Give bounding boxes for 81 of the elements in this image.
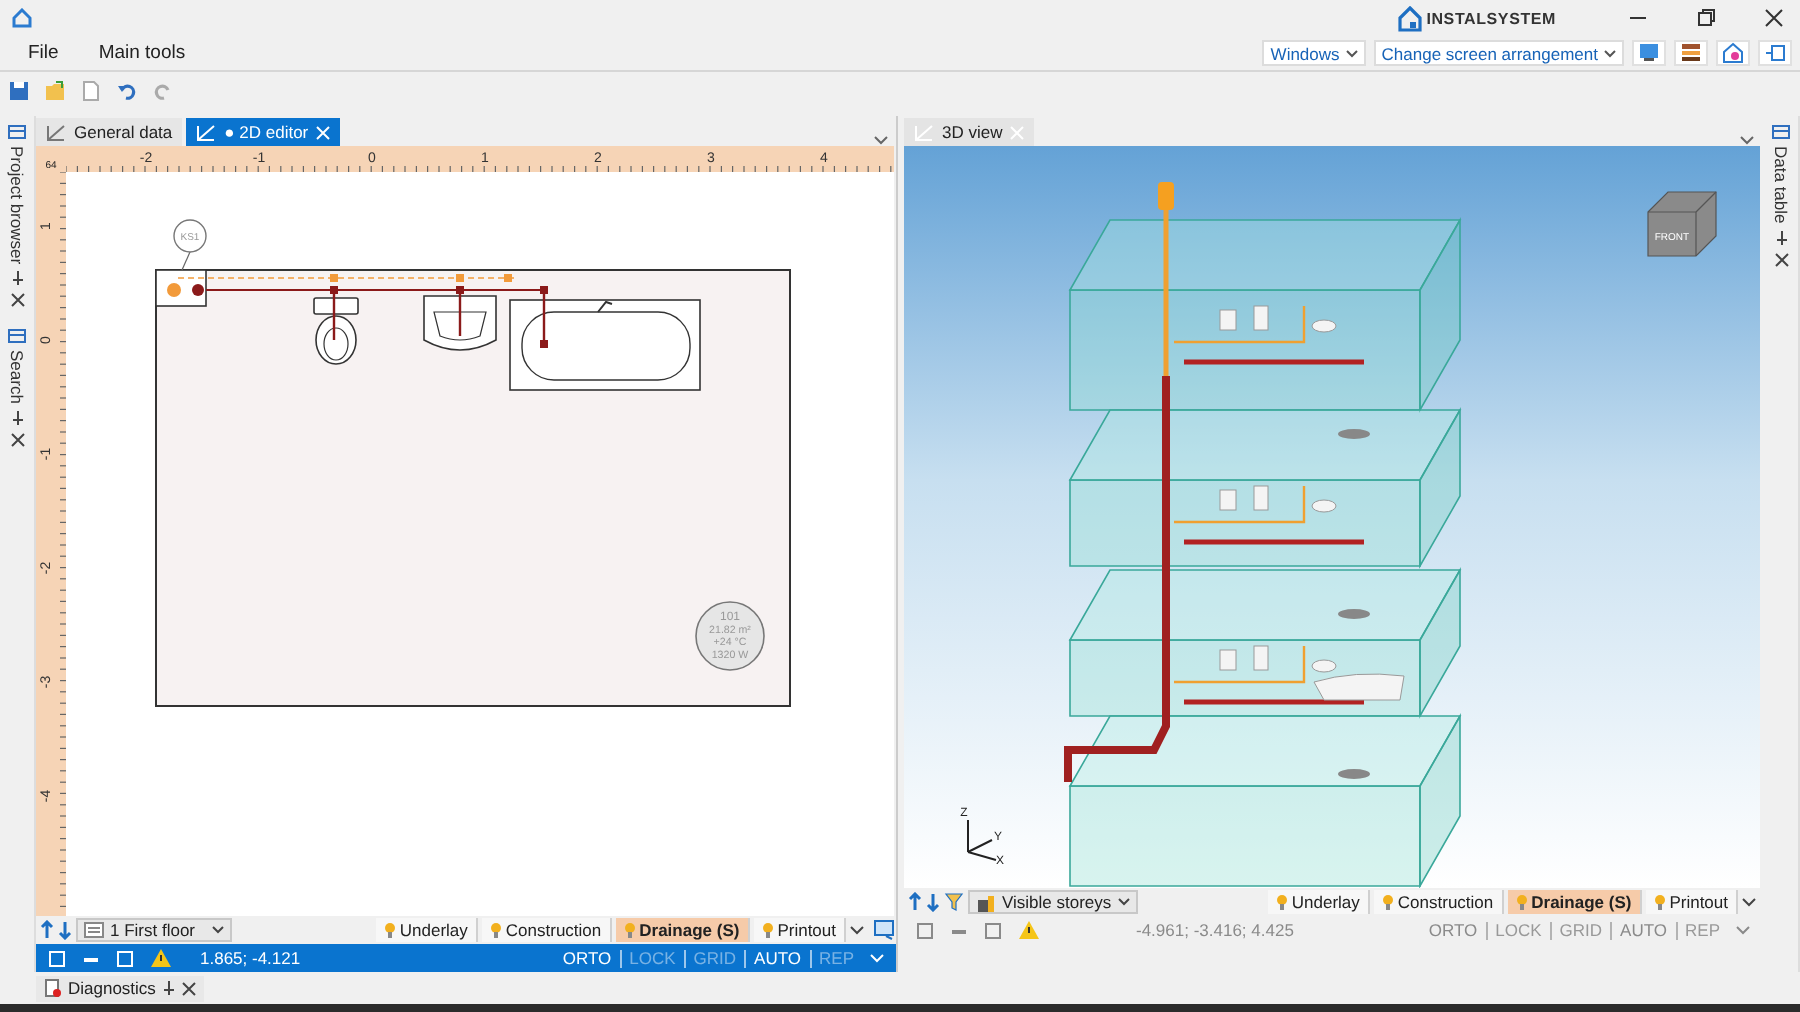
document-tab[interactable]: ● 2D editor	[186, 118, 341, 146]
coordinates: 1.865; -4.121	[200, 948, 301, 968]
panel-icon	[8, 328, 26, 345]
bulb-icon	[1653, 894, 1666, 910]
caret-icon[interactable]	[850, 925, 864, 935]
folder-icon[interactable]	[44, 80, 66, 102]
document-tab[interactable]: General data	[36, 118, 183, 146]
monitor-icon	[1638, 42, 1660, 64]
caret-icon	[1604, 49, 1616, 57]
arrow-down-icon[interactable]	[926, 892, 940, 912]
logo-text: INSTALSYSTEM	[1426, 9, 1556, 27]
undo-icon[interactable]	[116, 80, 138, 102]
menu-item[interactable]: Main tools	[98, 42, 186, 64]
mode-toggle[interactable]: ORTO	[562, 948, 612, 968]
bulb-icon	[489, 922, 502, 938]
bulb-icon	[623, 922, 636, 938]
close-icon[interactable]	[1773, 251, 1789, 268]
side-tab[interactable]: Data table	[1771, 146, 1791, 224]
layer-tab[interactable]: Underlay	[1267, 890, 1370, 914]
chat-icon[interactable]	[874, 920, 896, 940]
arrow-up-icon[interactable]	[908, 892, 922, 912]
toolbar-button[interactable]	[1758, 40, 1792, 66]
warning-icon[interactable]	[150, 948, 172, 968]
house-icon	[1722, 42, 1744, 64]
storey-select[interactable]: 1 First floor	[76, 918, 232, 942]
bulb-icon	[1275, 894, 1288, 910]
close-icon[interactable]	[9, 432, 25, 448]
side-tab[interactable]: Project browser	[7, 146, 27, 265]
close-icon[interactable]	[1764, 8, 1784, 28]
layer-tab[interactable]: Drainage (S)	[1507, 890, 1642, 914]
layers-icon	[1680, 42, 1702, 64]
label-bubble	[173, 219, 207, 253]
toilet-drawing	[313, 297, 359, 365]
panel-icon	[1772, 124, 1790, 140]
ruler-icon	[46, 123, 66, 141]
arrow-down-icon[interactable]	[58, 920, 72, 940]
clipboard-icon	[44, 978, 62, 998]
diagnostics-tab[interactable]: Diagnostics	[36, 975, 204, 1001]
caret-icon	[1345, 49, 1358, 57]
logo-icon	[1398, 5, 1423, 31]
document-tab[interactable]: 3D view	[904, 118, 1035, 146]
side-tab[interactable]: Search	[7, 350, 27, 404]
room-tag	[695, 601, 765, 671]
caret-icon	[212, 926, 224, 934]
storey-icon	[84, 922, 104, 938]
caret-icon[interactable]	[1740, 136, 1754, 146]
bulb-icon	[1381, 894, 1394, 910]
axis-icon	[967, 819, 997, 861]
layer-tab[interactable]: Printout	[1645, 890, 1738, 914]
layer-tab[interactable]: Construction	[1373, 890, 1504, 914]
bulb-icon	[383, 922, 396, 938]
close-icon[interactable]	[9, 292, 25, 309]
filter-icon[interactable]	[944, 892, 964, 912]
layer-tab[interactable]: Construction	[481, 918, 612, 942]
arrow-up-icon[interactable]	[40, 920, 54, 940]
panel-icon	[8, 124, 26, 140]
coordinates: -4.961; -3.416; 4.425	[1136, 920, 1294, 940]
menu-item[interactable]: File	[28, 42, 59, 64]
building-icon	[976, 893, 996, 911]
dropdown-button[interactable]: Change screen arrangement	[1373, 40, 1624, 66]
close-icon[interactable]	[181, 981, 196, 995]
toolbar-button[interactable]	[1674, 40, 1708, 66]
toolbar-button[interactable]	[1632, 40, 1666, 66]
app-icon	[12, 8, 32, 28]
save-icon[interactable]	[8, 80, 30, 102]
sink-drawing	[423, 295, 497, 351]
layer-tab[interactable]: Drainage (S)	[615, 918, 750, 942]
dropdown-button[interactable]: Windows	[1262, 40, 1366, 66]
toolbar-button[interactable]	[1716, 40, 1750, 66]
ruler-icon	[914, 123, 934, 141]
ruler-icon	[196, 123, 217, 141]
bulb-icon	[1515, 894, 1528, 910]
caret-icon[interactable]	[874, 136, 888, 146]
restore-icon[interactable]	[1696, 8, 1716, 28]
caret-icon	[1117, 898, 1130, 906]
mode-toggle[interactable]: AUTO	[754, 948, 802, 968]
layer-tab[interactable]: Underlay	[375, 918, 478, 942]
storey-filter-select[interactable]: Visible storeys	[968, 890, 1138, 914]
caret-icon[interactable]	[1742, 897, 1756, 907]
layer-tab[interactable]: Printout	[753, 918, 846, 942]
bulb-icon	[761, 922, 774, 938]
